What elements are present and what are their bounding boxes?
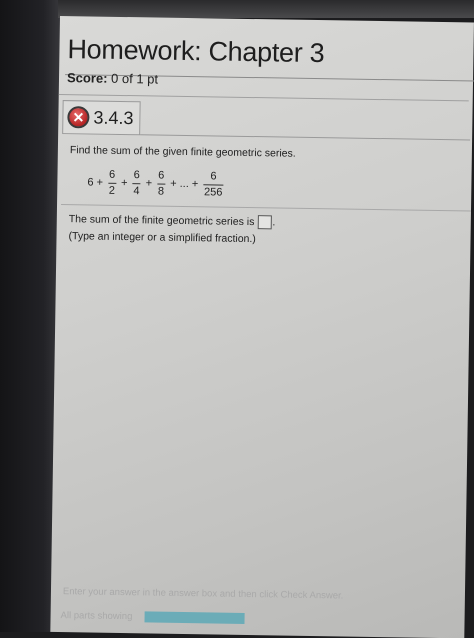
score-line: Score: 0 of 1 pt xyxy=(67,70,158,86)
score-label: Score: xyxy=(66,70,108,86)
series-first-term: 6 xyxy=(87,176,94,189)
parts-status: All parts showing xyxy=(60,610,245,624)
content-divider xyxy=(61,204,471,212)
term-numerator: 6 xyxy=(158,169,165,183)
geometric-series: 6 + 6 2 + 6 4 + 6 8 + ... + 6 256 xyxy=(87,164,226,202)
term-numerator: 6 xyxy=(210,170,217,183)
page-title: Homework: Chapter 3 xyxy=(67,34,325,69)
term-denominator: 4 xyxy=(133,184,140,197)
fraction-bar xyxy=(157,183,166,185)
series-last-term: 6 256 xyxy=(203,171,224,199)
term-denominator: 256 xyxy=(204,185,223,199)
question-number: 3.4.3 xyxy=(93,107,134,128)
series-ellipsis: ... xyxy=(179,177,189,191)
series-term-3: 6 8 xyxy=(157,170,166,197)
answer-hint: (Type an integer or a simplified fractio… xyxy=(68,230,256,246)
fraction-bar xyxy=(107,182,117,184)
parts-progress-bar[interactable] xyxy=(144,611,245,624)
browser-top-edge xyxy=(58,0,474,18)
term-denominator: 2 xyxy=(108,184,116,197)
question-tab[interactable]: ✕ 3.4.3 xyxy=(62,100,141,136)
plus-sign: + xyxy=(120,176,128,190)
parts-label: All parts showing xyxy=(60,610,133,623)
term-numerator: 6 xyxy=(133,169,140,182)
term-denominator: 8 xyxy=(157,185,165,198)
fraction-bar xyxy=(132,182,141,184)
question-prompt: Find the sum of the given finite geometr… xyxy=(69,144,296,160)
answer-label: The sum of the finite geometric series i… xyxy=(68,213,255,229)
answer-input[interactable] xyxy=(257,215,272,230)
term-numerator: 6 xyxy=(108,169,116,182)
series-term-1: 6 2 xyxy=(107,169,117,197)
question-content: Find the sum of the given finite geometr… xyxy=(55,138,472,624)
incorrect-x-icon: ✕ xyxy=(67,106,90,129)
answer-line: The sum of the finite geometric series i… xyxy=(68,212,276,230)
score-value: 0 of 1 pt xyxy=(111,70,159,87)
plus-sign: + xyxy=(145,177,153,190)
plus-sign: + xyxy=(170,177,177,190)
plus-sign: + xyxy=(191,178,199,191)
homework-screen: Homework: Chapter 3 Score: 0 of 1 pt ✕ 3… xyxy=(50,16,474,638)
series-term-2: 6 4 xyxy=(132,170,141,197)
answer-period: . xyxy=(272,216,276,229)
plus-sign: + xyxy=(96,176,104,189)
footer-instruction: Enter your answer in the answer box and … xyxy=(62,586,344,602)
